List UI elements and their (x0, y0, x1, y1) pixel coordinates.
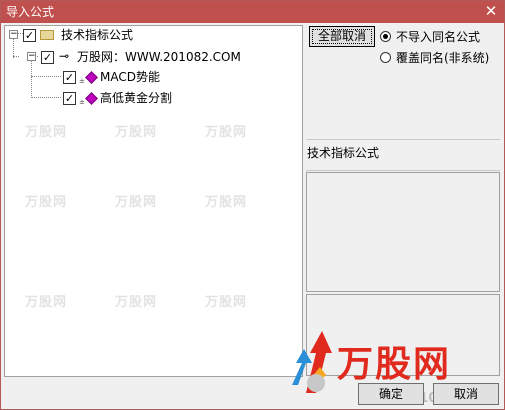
root-label: 技术指标公式 (61, 28, 134, 42)
section-title: 技术指标公式 (307, 146, 380, 160)
divider (306, 170, 500, 171)
radio-unselected-icon[interactable] (380, 52, 391, 63)
radio-label: 不导入同名公式 (396, 30, 481, 44)
watermark-text: 万股网 (205, 125, 248, 140)
item-checkbox[interactable]: ✓ (63, 92, 76, 105)
logo-text: 万股网 (337, 344, 452, 385)
tree-item[interactable]: ✓ ± 高低黄金分割 (5, 90, 295, 106)
tree-item[interactable]: ✓ ± MACD势能 (5, 69, 295, 85)
radio-selected-icon[interactable] (380, 31, 391, 42)
formula-tree[interactable]: 万股网 万股网 万股网 万股网 万股网 万股网 万股网 万股网 万股网 − ✓ … (4, 25, 303, 377)
root-checkbox[interactable]: ✓ (23, 29, 36, 42)
folder-icon (40, 30, 54, 40)
formula-type-icon: ± (79, 77, 85, 85)
collapse-icon[interactable]: − (27, 52, 36, 61)
watermark-text: 万股网 (25, 195, 68, 210)
description-box (306, 172, 500, 292)
tree-node-child[interactable]: − ✓ ⊸ 万股网：WWW.201082.COM (5, 48, 295, 64)
divider (306, 139, 500, 140)
uncheck-all-button[interactable]: 全部取消 (309, 26, 375, 47)
watermark-text: 万股网 (115, 125, 158, 140)
item-checkbox[interactable]: ✓ (63, 71, 76, 84)
formula-type-icon: ± (79, 98, 85, 106)
title-bar[interactable]: 导入公式 ✕ (1, 1, 504, 23)
watermark-text: 万股网 (205, 295, 248, 310)
watermark-text: 万股网 (25, 125, 68, 140)
ok-button[interactable]: 确定 (358, 383, 424, 405)
item-label: 高低黄金分割 (100, 91, 173, 105)
window-title: 导入公式 (6, 5, 55, 19)
tree-node-root[interactable]: − ✓ 技术指标公式 (5, 27, 295, 43)
watermark-text: 万股网 (115, 295, 158, 310)
key-icon: ⊸ (59, 49, 70, 63)
child-checkbox[interactable]: ✓ (41, 51, 54, 64)
import-formula-dialog: 导入公式 ✕ 万股网 万股网 万股网 万股网 万股网 万股网 万股网 万股网 万… (0, 0, 505, 410)
collapse-icon[interactable]: − (9, 30, 18, 39)
watermark-text: 万股网 (205, 195, 248, 210)
radio-label: 覆盖同名(非系统) (396, 51, 490, 65)
watermark-text: 万股网 (25, 295, 68, 310)
child-label: 万股网：WWW.201082.COM (77, 50, 241, 64)
watermark-text: 万股网 (115, 195, 158, 210)
item-label: MACD势能 (100, 70, 160, 84)
diamond-icon (85, 92, 98, 105)
diamond-icon (85, 71, 98, 84)
cancel-button[interactable]: 取消 (433, 383, 499, 405)
close-icon[interactable]: ✕ (482, 2, 500, 20)
